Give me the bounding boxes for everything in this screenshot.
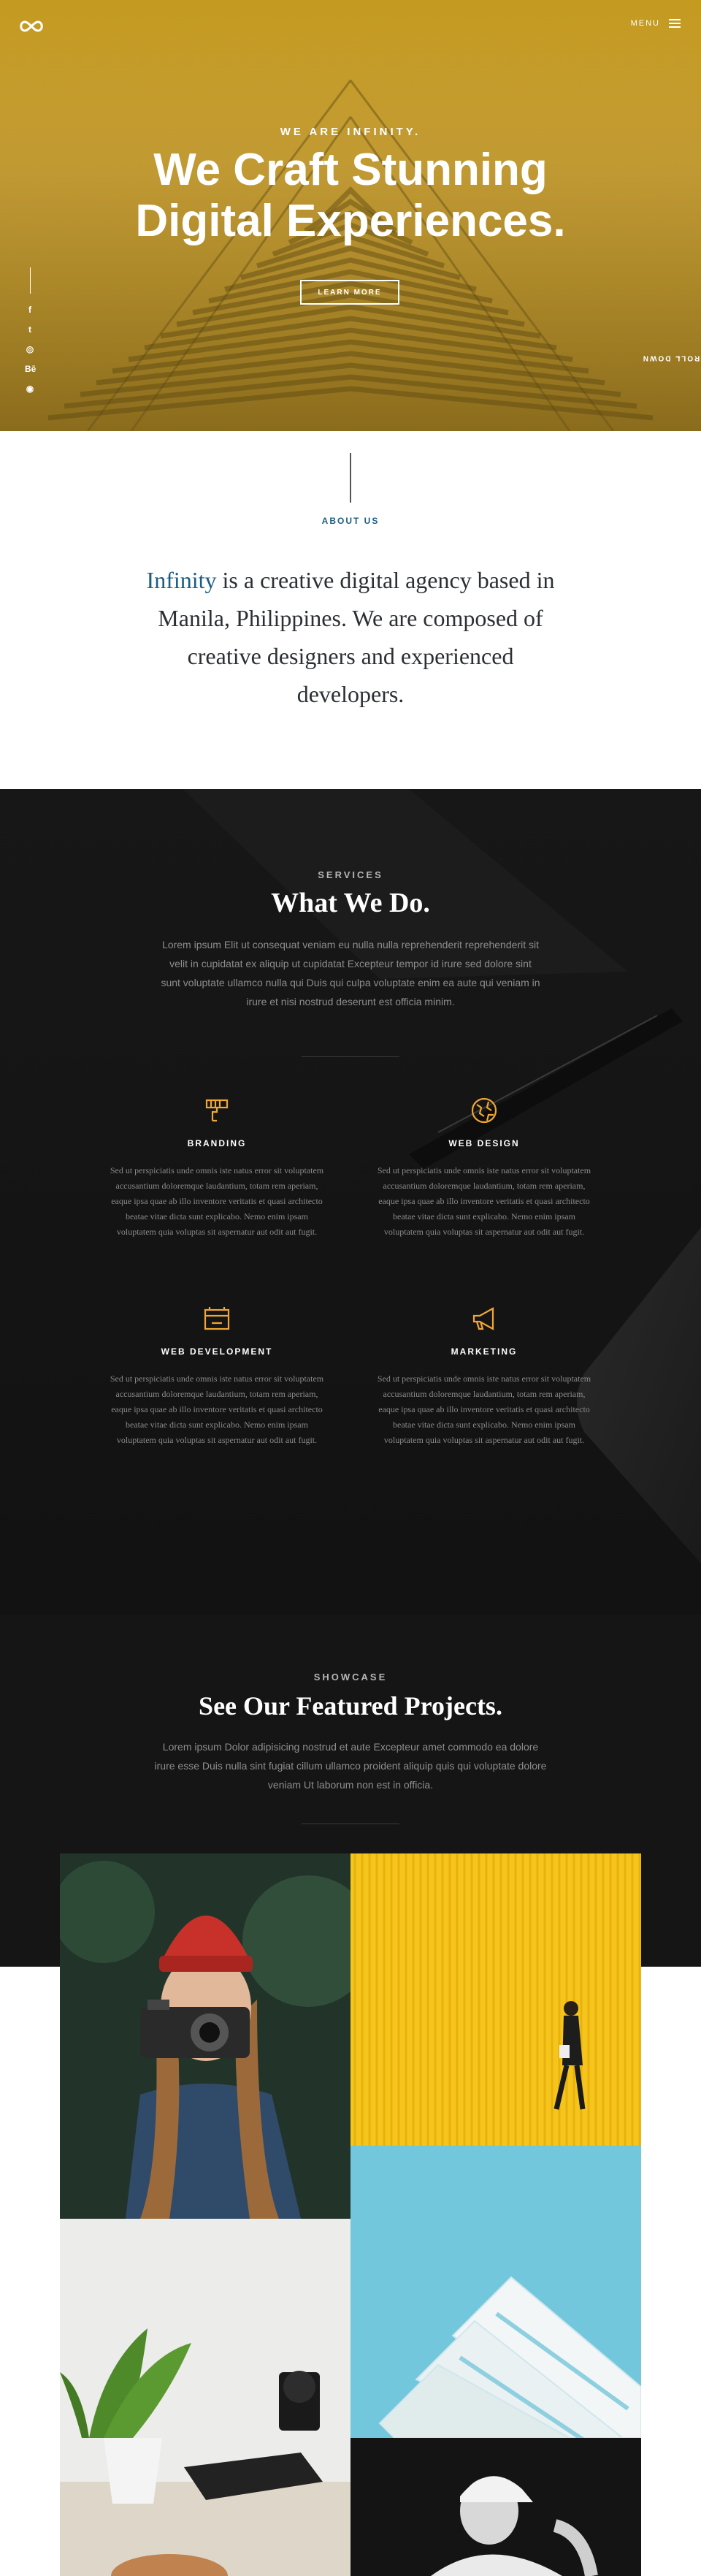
service-text: Sed ut perspiciatis unde omnis iste natu… [110, 1373, 324, 1445]
service-title: WEB DESIGN [448, 1138, 520, 1148]
showcase-kicker: SHOWCASE [313, 1672, 388, 1683]
service-title: WEB DEVELOPMENT [161, 1346, 273, 1357]
service-text: Sed ut perspiciatis unde omnis iste natu… [377, 1373, 591, 1445]
hamburger-icon [669, 19, 681, 28]
about-label: ABOUT US [321, 516, 380, 526]
project-person-cap[interactable] [350, 2438, 641, 2576]
about-section: ABOUT US Infinity is a creative digital … [0, 431, 701, 789]
scroll-down-link[interactable]: SCROLL DOWN ← [642, 310, 701, 405]
learn-more-button[interactable]: LEARN MORE [300, 280, 399, 305]
services-title: What We Do. [271, 888, 430, 918]
service-title: MARKETING [451, 1346, 518, 1357]
behance-icon[interactable]: Bē [25, 364, 36, 374]
twitter-icon[interactable]: t [25, 324, 35, 335]
scroll-down-label: SCROLL DOWN [642, 354, 701, 362]
hero-kicker: WE ARE INFINITY. [280, 126, 421, 138]
paint-brush-icon [202, 1096, 231, 1125]
service-branding: BRANDING Sed ut perspiciatis unde omnis … [107, 1096, 326, 1240]
service-title: BRANDING [187, 1138, 247, 1148]
social-divider [29, 267, 31, 294]
arrow-icon: ← [673, 354, 682, 362]
service-web-development: WEB DEVELOPMENT Sed ut perspiciatis unde… [107, 1304, 326, 1448]
hero-title-line-1: We Craft Stunning [153, 145, 548, 195]
service-marketing: MARKETING Sed ut perspiciatis unde omnis… [375, 1304, 594, 1448]
about-text: is a creative digital agency based in Ma… [158, 567, 555, 707]
showcase-title: See Our Featured Projects. [199, 1691, 502, 1720]
service-text: Sed ut perspiciatis unde omnis iste natu… [377, 1165, 591, 1237]
infinity-logo-icon[interactable] [18, 19, 45, 37]
hero-title-line-2: Digital Experiences. [135, 196, 566, 246]
about-accent: Infinity [146, 567, 217, 593]
browser-window-icon [202, 1304, 231, 1333]
service-text: Sed ut perspiciatis unde omnis iste natu… [110, 1165, 324, 1237]
menu-button[interactable]: MENU [631, 19, 681, 28]
facebook-icon[interactable]: f [25, 305, 35, 315]
hero-section: MENU WE ARE INFINITY. We Craft Stunning … [0, 0, 701, 431]
service-web-design: WEB DESIGN Sed ut perspiciatis unde omni… [375, 1096, 594, 1240]
project-photographer[interactable] [60, 1853, 350, 2219]
services-divider [302, 1056, 399, 1057]
services-description: Lorem ipsum Elit ut consequat veniam eu … [161, 939, 540, 1007]
menu-label: MENU [630, 19, 660, 28]
project-yellow-wall[interactable] [350, 1853, 641, 2146]
about-divider [350, 453, 351, 503]
dribbble-icon[interactable]: ◉ [25, 384, 35, 394]
instagram-icon[interactable]: ◎ [25, 344, 35, 354]
services-section: SERVICES What We Do. Lorem ipsum Elit ut… [0, 789, 701, 1615]
showcase-description: Lorem ipsum Dolor adipisicing nostrud et… [154, 1741, 547, 1791]
showcase-section: SHOWCASE See Our Featured Projects. Lore… [0, 1615, 701, 2576]
project-plant-camera[interactable] [60, 2219, 350, 2576]
social-links: f t ◎ Bē ◉ [25, 267, 36, 394]
globe-icon [470, 1096, 499, 1125]
about-statement: Infinity is a creative digital agency ba… [131, 561, 570, 713]
project-architecture-blue[interactable] [350, 2146, 641, 2438]
hero-title: We Craft Stunning Digital Experiences. [0, 145, 701, 247]
services-kicker: SERVICES [318, 869, 383, 880]
megaphone-icon [470, 1304, 499, 1333]
